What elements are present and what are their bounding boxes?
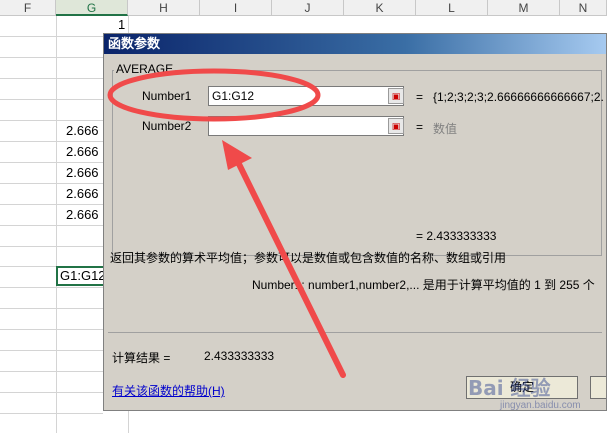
grid-line [0,413,103,414]
cell-g-value[interactable]: 2.666 [66,123,99,138]
cancel-button[interactable] [590,376,606,399]
cell-g-value[interactable]: 2.666 [66,207,99,222]
column-header-k[interactable]: K [344,0,416,16]
dialog-title[interactable]: 函数参数 [104,34,606,54]
grid-line [0,371,103,372]
grid-line [0,308,103,309]
grid-line [0,204,103,205]
grid-line [0,246,103,247]
number2-input[interactable] [208,116,404,136]
active-cell-formula[interactable]: G1:G12 [56,266,106,286]
calc-result-label: 计算结果 = [112,351,171,365]
column-header-j[interactable]: J [272,0,344,16]
grid-line [0,183,103,184]
formula-result: = 2.433333333 [416,229,497,243]
baidu-watermark-url: jingyan.baidu.com [500,400,581,411]
argument-description: Number1: number1,number2,... 是用于计算平均值的 1… [252,278,595,292]
grid-line [0,36,103,37]
column-header-m[interactable]: M [488,0,560,16]
function-arguments-dialog: 函数参数 AVERAGE Number1 G1:G12 ▣ = {1;2;3;2… [103,33,607,411]
grid-line [0,57,103,58]
baidu-watermark: Bai 经验 [468,376,551,400]
separator [108,332,602,333]
number1-input[interactable]: G1:G12 [208,86,404,106]
column-header-f[interactable]: F [0,0,56,16]
cell-g-value[interactable]: 2.666 [66,144,99,159]
number2-label: Number2 [142,119,192,133]
number1-result: {1;2;3;2;3;2.66666666666667;2. [433,90,604,104]
cell-g-value[interactable]: 2.666 [66,165,99,180]
column-header-i[interactable]: I [200,0,272,16]
column-header-n[interactable]: N [560,0,607,16]
grid-line [0,350,103,351]
grid-line [0,392,103,393]
grid-line [0,225,103,226]
number1-equals: = [416,90,424,104]
calc-result-value: 2.433333333 [204,349,275,363]
grid-line [0,78,103,79]
function-name-label: AVERAGE [114,62,176,76]
grid-line [0,329,103,330]
column-header-g[interactable]: G [56,0,128,16]
number1-collapse-icon[interactable]: ▣ [388,88,404,104]
number2-result: 数值 [433,122,458,136]
cell-g-value[interactable]: 2.666 [66,186,99,201]
grid-line [0,287,103,288]
cell-row1-value[interactable]: 1 [118,17,125,32]
number2-collapse-icon[interactable]: ▣ [388,118,404,134]
help-link[interactable]: 有关该函数的帮助(H) [112,382,225,399]
number1-label: Number1 [142,89,192,103]
grid-line [0,99,103,100]
grid-line [0,162,103,163]
function-description: 返回其参数的算术平均值；参数可以是数值或包含数值的名称、数组或引用 [110,251,507,265]
column-header-h[interactable]: H [128,0,200,16]
grid-line [0,141,103,142]
grid-line [0,120,103,121]
column-header-l[interactable]: L [416,0,488,16]
number2-equals: = [416,120,424,134]
